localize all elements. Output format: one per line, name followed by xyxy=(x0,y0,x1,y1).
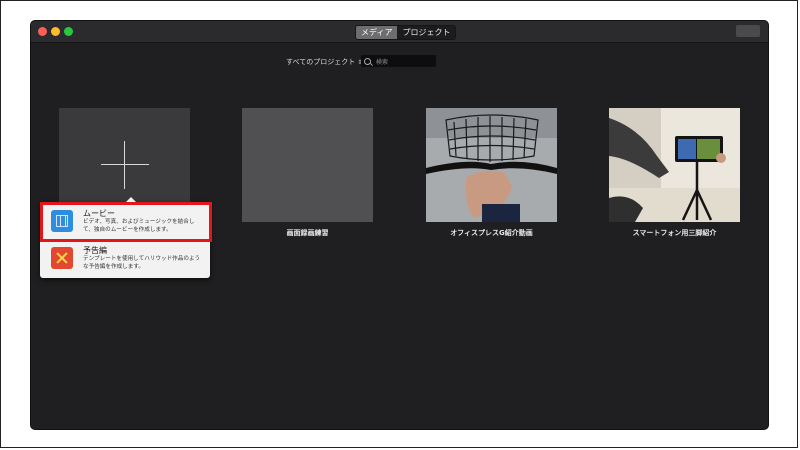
search-placeholder: 検索 xyxy=(376,58,389,66)
plus-icon xyxy=(101,164,149,165)
search-icon xyxy=(364,57,371,65)
project-title[interactable]: 画面録画練習 xyxy=(242,228,373,238)
search-field[interactable]: 検索 xyxy=(361,55,436,67)
toolbar-button[interactable] xyxy=(736,25,760,37)
annotation-highlight-box xyxy=(40,202,212,242)
project-filter-popup[interactable]: すべてのプロジェクト ⇕ xyxy=(286,57,362,67)
tab-projects[interactable]: プロジェクト xyxy=(397,26,456,39)
bike-photo xyxy=(426,108,557,222)
project-title[interactable]: オフィスプレスG紹介動画 xyxy=(426,228,557,238)
project-title[interactable]: スマートフォン用三脚紹介 xyxy=(609,228,740,238)
view-switcher: メディア プロジェクト xyxy=(355,25,457,40)
trailer-icon xyxy=(51,247,73,269)
project-thumbnail-screen-recording[interactable] xyxy=(242,108,373,222)
title-bar: メディア プロジェクト xyxy=(31,21,768,43)
new-trailer-option[interactable]: 予告編 テンプレートを使用してハリウッド作品のような予告編を作成します。 xyxy=(40,242,210,276)
tripod-photo xyxy=(609,108,740,222)
minimize-window-button[interactable] xyxy=(51,27,60,36)
project-thumbnail-tripod[interactable] xyxy=(609,108,740,222)
project-filter-label: すべてのプロジェクト xyxy=(286,58,356,66)
menu-item-description: テンプレートを使用してハリウッド作品のような予告編を作成します。 xyxy=(83,256,201,270)
tab-media[interactable]: メディア xyxy=(356,26,398,39)
zoom-window-button[interactable] xyxy=(64,27,73,36)
close-window-button[interactable] xyxy=(38,27,47,36)
project-thumbnail-bike[interactable] xyxy=(426,108,557,222)
